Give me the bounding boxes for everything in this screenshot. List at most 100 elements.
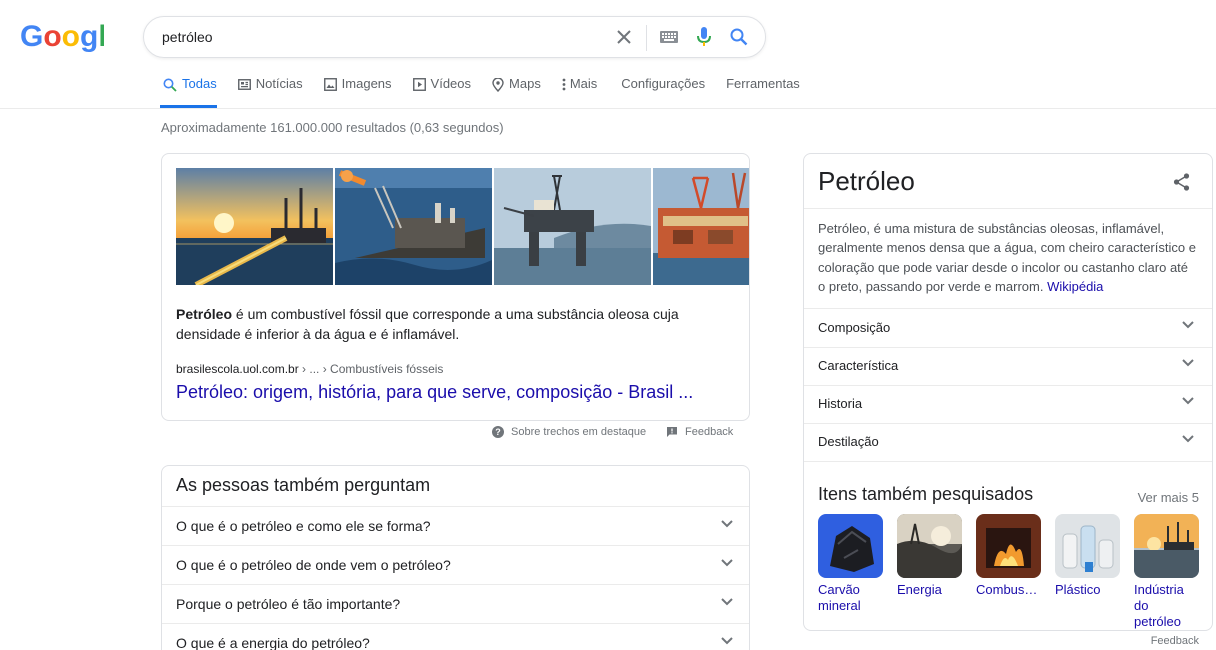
kp-row-label: Historia [818,396,863,411]
search-tabs: Todas Notícias Imagens Vídeos Maps Mais … [160,76,821,108]
related-label: Combust… [976,582,1041,597]
search-box[interactable] [143,16,766,58]
tab-label: Ferramentas [726,76,800,91]
google-logo[interactable]: Google [20,20,104,52]
close-icon[interactable] [613,26,635,48]
related-label: Plástico [1055,582,1101,597]
keyboard-icon[interactable] [658,26,680,48]
tab-label: Mais [569,76,598,91]
snippet-text: Petróleo é um combustível fóssil que cor… [176,304,716,344]
logo-letter: g [80,20,98,52]
help-icon: ? [492,426,504,438]
wikipedia-link[interactable]: Wikipédia [1047,279,1103,294]
feedback-icon [667,427,677,437]
feedback-label: Feedback [685,426,734,438]
chevron-down-icon [1182,359,1194,367]
see-more-link[interactable]: Ver mais 5 [1138,490,1199,505]
chevron-down-icon [721,637,733,645]
people-also-ask: As pessoas também perguntam O que é o pe… [161,465,750,650]
image-icon [323,78,337,91]
paa-question-text: O que é o petróleo e como ele se forma? [176,518,431,534]
tab-label: Configurações [621,76,706,91]
kp-row-label: Destilação [818,434,879,449]
logo-letter: o [62,20,80,52]
paa-title: As pessoas também perguntam [176,475,431,495]
chevron-down-icon [721,559,733,567]
logo-letter: G [20,20,43,52]
tab-noticias[interactable]: Notícias [237,76,303,108]
snippet-image-strip [176,168,750,285]
tab-configuracoes[interactable]: Configurações [621,76,705,108]
paa-question[interactable]: O que é a energia do petróleo? [162,623,749,650]
tab-mais[interactable]: Mais [562,76,597,108]
related-item-energia[interactable]: Energia [897,514,962,630]
related-items: Carvão mineral Energia Combust… Plástico… [818,514,1213,630]
search-icon[interactable] [728,26,750,48]
kp-row-label: Característica [818,358,899,373]
related-thumb [1134,514,1199,578]
map-pin-icon [492,78,504,92]
svg-text:Google: Google [20,20,104,52]
kp-row-caracteristica[interactable]: Característica [804,347,1212,385]
related-thumb [1055,514,1120,578]
snippet-image-1[interactable] [176,168,333,285]
paa-question-text: O que é o petróleo de onde vem o petróle… [176,557,451,573]
tab-label: Imagens [341,76,392,91]
tab-maps[interactable]: Maps [492,76,541,108]
chevron-down-icon [721,520,733,528]
news-icon [237,79,251,90]
snippet-feedback-link[interactable]: Feedback [666,426,733,438]
snippet-result-link[interactable]: Petróleo: origem, história, para que ser… [176,382,693,403]
about-snippets-link[interactable]: ? Sobre trechos em destaque [492,426,646,438]
snippet-body: é um combustível fóssil que corresponde … [176,306,679,342]
snippet-image-4[interactable] [653,168,750,285]
tab-todas[interactable]: Todas [160,76,217,108]
tab-label: Vídeos [430,76,472,91]
kp-feedback-link[interactable]: Feedback [1151,635,1199,647]
kp-description-text: Petróleo, é uma mistura de substâncias o… [818,221,1196,294]
chevron-down-icon [1182,321,1194,329]
more-vert-icon [562,78,566,91]
kp-row-label: Composição [818,320,891,335]
kp-divider [804,461,1212,462]
related-thumb [818,514,883,578]
snippet-image-2[interactable] [335,168,492,285]
tab-label: Notícias [255,76,303,91]
search-divider [646,25,647,51]
result-stats: Aproximadamente 161.000.000 resultados (… [161,120,504,135]
microphone-icon[interactable] [693,26,715,48]
video-icon [412,78,426,91]
paa-question[interactable]: O que é o petróleo e como ele se forma? [162,506,749,546]
related-label: Indústria do petróleo [1134,582,1184,629]
related-item-industria[interactable]: Indústria do petróleo [1134,514,1199,630]
search-input[interactable] [162,27,592,47]
tab-label: Todas [182,76,217,91]
paa-question[interactable]: O que é o petróleo de onde vem o petróle… [162,545,749,585]
kp-row-historia[interactable]: Historia [804,385,1212,423]
related-label: Carvão mineral [818,582,861,613]
related-thumb [897,514,962,578]
related-item-carvao[interactable]: Carvão mineral [818,514,883,630]
search-icon [163,78,177,92]
kp-row-composicao[interactable]: Composição [804,309,1212,347]
chevron-down-icon [1182,435,1194,443]
logo-letter: o [43,20,61,52]
related-thumb [976,514,1041,578]
kp-row-destilacao[interactable]: Destilação [804,423,1212,461]
paa-question-text: O que é a energia do petróleo? [176,635,370,650]
related-label: Energia [897,582,942,597]
tab-ferramentas[interactable]: Ferramentas [726,76,800,108]
paa-question-text: Porque o petróleo é tão importante? [176,596,401,612]
related-item-combustivel[interactable]: Combust… [976,514,1041,630]
paa-question[interactable]: Porque o petróleo é tão importante? [162,584,749,624]
tab-imagens[interactable]: Imagens [323,76,392,108]
related-title: Itens também pesquisados [818,484,1034,504]
featured-snippet: Petróleo é um combustível fóssil que cor… [161,153,750,421]
related-item-plastico[interactable]: Plástico [1055,514,1120,630]
tab-videos[interactable]: Vídeos [412,76,472,108]
share-icon[interactable] [1173,173,1190,191]
snippet-citation: brasilescola.uol.com.br › ... › Combustí… [176,362,443,376]
header-divider [0,108,1216,109]
snippet-image-3[interactable] [494,168,651,285]
chevron-down-icon [1182,397,1194,405]
